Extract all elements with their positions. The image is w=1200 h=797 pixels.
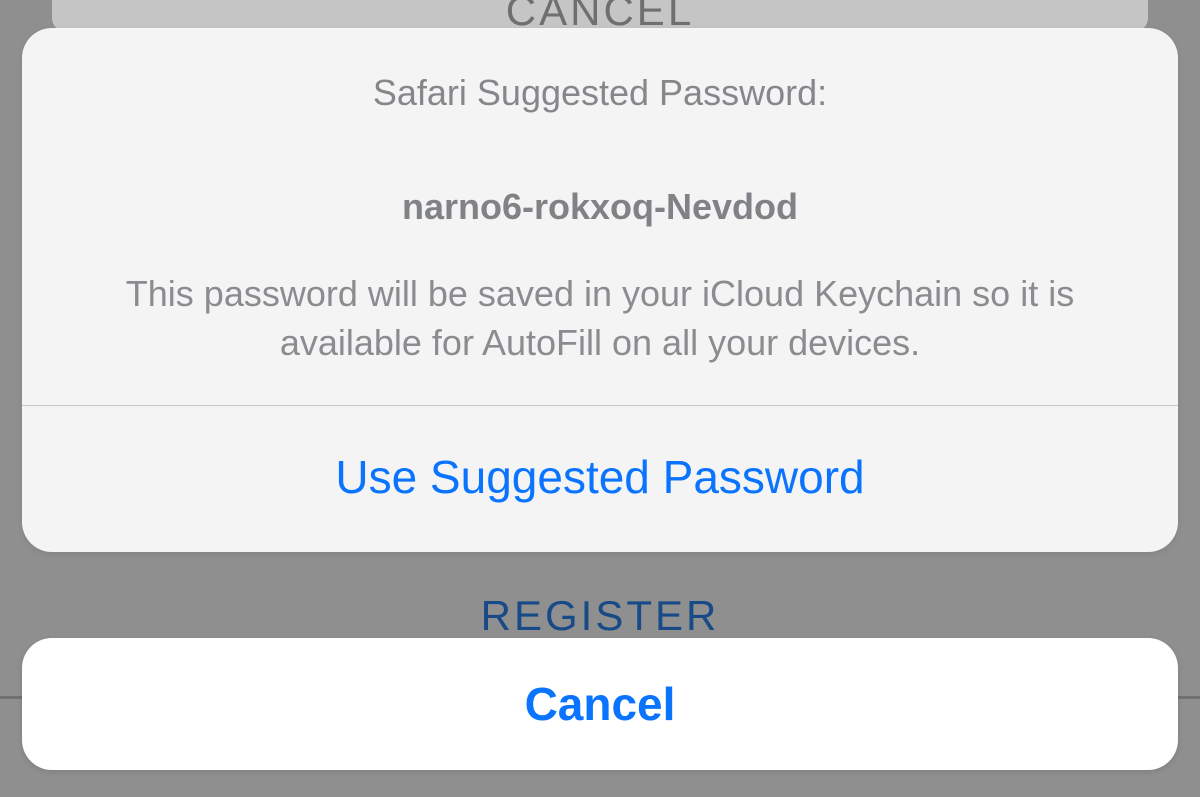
use-suggested-password-button[interactable]: Use Suggested Password <box>22 406 1178 552</box>
action-sheet: Safari Suggested Password: narno6-rokxoq… <box>22 28 1178 552</box>
sheet-description: This password will be saved in your iClo… <box>62 270 1138 367</box>
cancel-button[interactable]: Cancel <box>22 638 1178 770</box>
suggested-password: narno6-rokxoq-Nevdod <box>62 186 1138 228</box>
background-register-label: REGISTER <box>0 592 1200 640</box>
sheet-title: Safari Suggested Password: <box>62 72 1138 114</box>
action-sheet-message: Safari Suggested Password: narno6-rokxoq… <box>22 28 1178 405</box>
